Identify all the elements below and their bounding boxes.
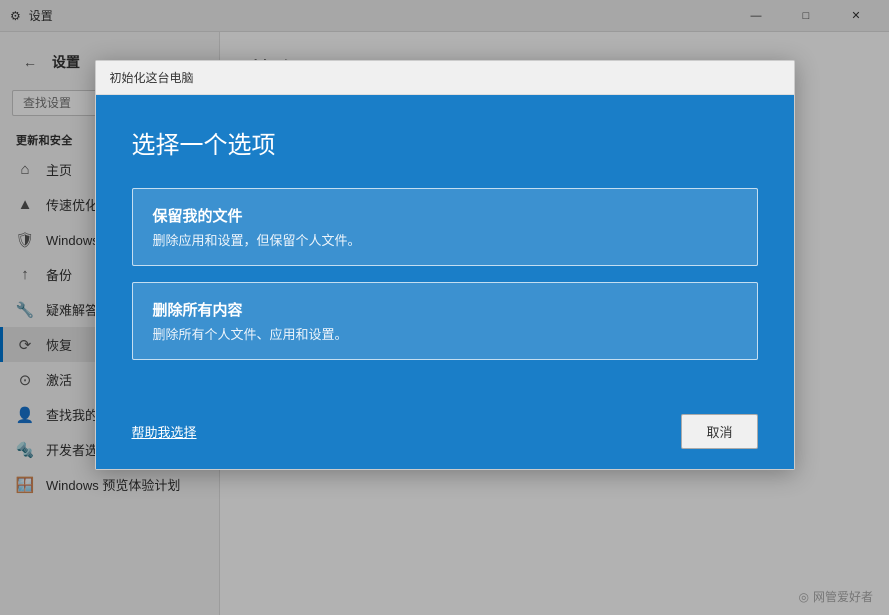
settings-window: ⚙ 设置 — □ ✕ ← 设置 更新和安全 ⌂ 主页 ▲ 传速优化 <box>0 0 889 615</box>
option-keep-files[interactable]: 保留我的文件 删除应用和设置，但保留个人文件。 <box>132 188 758 266</box>
option-keep-files-desc: 删除应用和设置，但保留个人文件。 <box>153 230 737 249</box>
modal-heading: 选择一个选项 <box>132 125 758 160</box>
modal-overlay: 初始化这台电脑 选择一个选项 保留我的文件 删除应用和设置，但保留个人文件。 删… <box>0 0 889 615</box>
option-remove-all-desc: 删除所有个人文件、应用和设置。 <box>153 324 737 343</box>
modal-footer: 帮助我选择 取消 <box>96 400 794 469</box>
option-remove-all-title: 删除所有内容 <box>153 299 737 320</box>
cancel-button[interactable]: 取消 <box>681 414 757 449</box>
option-remove-all[interactable]: 删除所有内容 删除所有个人文件、应用和设置。 <box>132 282 758 360</box>
help-link[interactable]: 帮助我选择 <box>132 422 197 441</box>
option-keep-files-title: 保留我的文件 <box>153 205 737 226</box>
reset-pc-modal: 初始化这台电脑 选择一个选项 保留我的文件 删除应用和设置，但保留个人文件。 删… <box>95 60 795 470</box>
modal-body: 选择一个选项 保留我的文件 删除应用和设置，但保留个人文件。 删除所有内容 删除… <box>96 95 794 400</box>
modal-titlebar: 初始化这台电脑 <box>96 61 794 95</box>
